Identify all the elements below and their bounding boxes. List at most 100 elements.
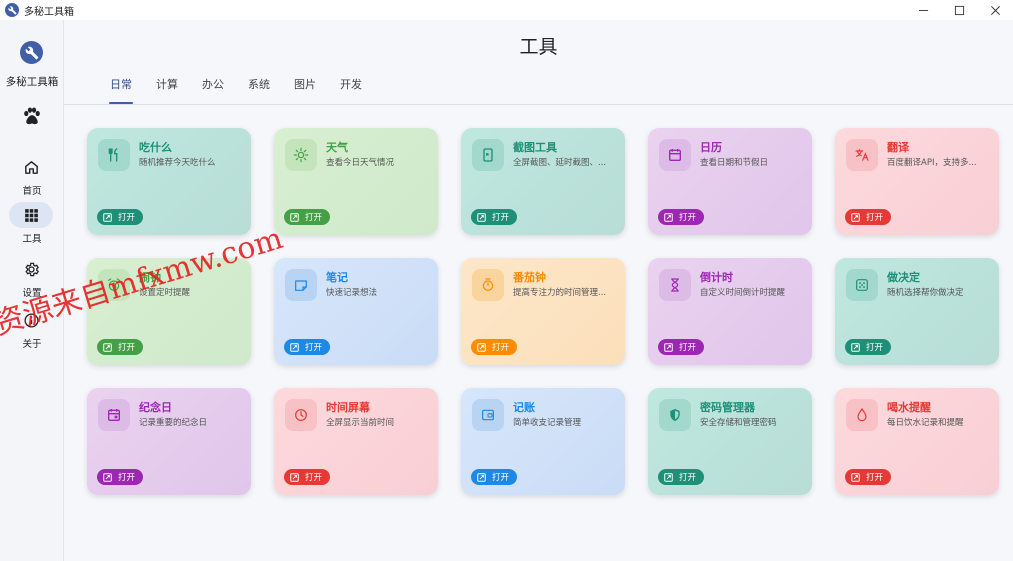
sidebar-item-home[interactable]: 首页 bbox=[0, 154, 64, 197]
card-desc: 全屏截图、延时截图、... bbox=[513, 158, 607, 168]
paw-icon[interactable] bbox=[22, 107, 42, 125]
open-external-icon bbox=[477, 342, 486, 352]
clock-icon bbox=[285, 399, 317, 431]
card-title: 截图工具 bbox=[513, 141, 557, 154]
timer-icon bbox=[472, 269, 504, 301]
tab-daily[interactable]: 日常 bbox=[109, 76, 133, 104]
tool-card-alarm[interactable]: 闹钟 设置定时提醒 打开 bbox=[87, 258, 251, 365]
tab-office[interactable]: 办公 bbox=[202, 76, 224, 104]
alarm-icon bbox=[98, 269, 130, 301]
tool-card-time-screen[interactable]: 时间屏幕 全屏显示当前时间 打开 bbox=[274, 388, 438, 495]
tool-card-eat[interactable]: 吃什么 随机推荐今天吃什么 打开 bbox=[87, 128, 251, 235]
open-external-icon bbox=[664, 472, 673, 482]
open-button[interactable]: 打开 bbox=[658, 469, 705, 485]
tool-card-decide[interactable]: 做决定 随机选择帮你做决定 打开 bbox=[835, 258, 999, 365]
category-tabs: 日常 计算 办公 系统 图片 开发 bbox=[109, 76, 386, 104]
open-button[interactable]: 打开 bbox=[471, 469, 518, 485]
minimize-button[interactable] bbox=[905, 0, 941, 20]
open-button[interactable]: 打开 bbox=[97, 209, 144, 225]
card-title: 天气 bbox=[326, 141, 348, 154]
card-desc: 快速记录想法 bbox=[326, 288, 378, 298]
tab-image[interactable]: 图片 bbox=[294, 76, 316, 104]
grid-icon bbox=[24, 208, 38, 222]
card-desc: 查看日期和节假日 bbox=[700, 158, 769, 168]
card-title: 密码管理器 bbox=[700, 401, 755, 414]
home-icon bbox=[24, 160, 38, 174]
card-title: 纪念日 bbox=[139, 401, 172, 414]
card-desc: 每日饮水记录和提醒 bbox=[887, 418, 964, 428]
brand-name: 多秘工具箱 bbox=[5, 76, 59, 88]
close-icon bbox=[990, 5, 1000, 15]
wallet-icon bbox=[472, 399, 504, 431]
tool-card-translate[interactable]: 翻译 百度翻译API，支持多... 打开 bbox=[835, 128, 999, 235]
brand-wrench-icon bbox=[20, 41, 43, 64]
open-external-icon bbox=[851, 212, 860, 222]
tab-calc[interactable]: 计算 bbox=[156, 76, 178, 104]
tool-card-notes[interactable]: 笔记 快速记录想法 打开 bbox=[274, 258, 438, 365]
tool-card-pomodoro[interactable]: 番茄钟 提高专注力的时间管理... 打开 bbox=[461, 258, 625, 365]
water-drop-icon bbox=[846, 399, 878, 431]
sidebar-item-settings[interactable]: 设置 bbox=[0, 256, 64, 299]
title-bar: 多秘工具箱 bbox=[0, 0, 1013, 20]
note-icon bbox=[285, 269, 317, 301]
open-button[interactable]: 打开 bbox=[97, 339, 144, 355]
card-title: 时间屏幕 bbox=[326, 401, 370, 414]
open-external-icon bbox=[851, 472, 860, 482]
tool-card-anniversary[interactable]: 纪念日 记录重要的纪念日 打开 bbox=[87, 388, 251, 495]
open-external-icon bbox=[290, 472, 299, 482]
tool-card-calendar[interactable]: 日历 查看日期和节假日 打开 bbox=[648, 128, 812, 235]
tab-dev[interactable]: 开发 bbox=[340, 76, 362, 104]
card-title: 日历 bbox=[700, 141, 722, 154]
utensils-icon bbox=[98, 139, 130, 171]
screenshot-icon bbox=[472, 139, 504, 171]
window-title: 多秘工具箱 bbox=[24, 6, 74, 18]
open-button[interactable]: 打开 bbox=[658, 339, 705, 355]
open-button[interactable]: 打开 bbox=[658, 209, 705, 225]
tab-system[interactable]: 系统 bbox=[248, 76, 270, 104]
translate-icon bbox=[846, 139, 878, 171]
open-button[interactable]: 打开 bbox=[845, 469, 892, 485]
open-external-icon bbox=[290, 212, 299, 222]
shield-icon bbox=[659, 399, 691, 431]
sidebar-item-label: 工具 bbox=[22, 234, 42, 245]
open-external-icon bbox=[477, 212, 486, 222]
open-external-icon bbox=[103, 472, 112, 482]
sidebar-item-label: 设置 bbox=[22, 288, 42, 299]
card-desc: 随机选择帮你做决定 bbox=[887, 288, 964, 298]
sun-icon bbox=[285, 139, 317, 171]
open-button[interactable]: 打开 bbox=[845, 339, 892, 355]
card-title: 吃什么 bbox=[139, 141, 172, 154]
tool-card-weather[interactable]: 天气 查看今日天气情况 打开 bbox=[274, 128, 438, 235]
open-button[interactable]: 打开 bbox=[471, 339, 518, 355]
open-external-icon bbox=[664, 212, 673, 222]
card-title: 倒计时 bbox=[700, 271, 733, 284]
open-button[interactable]: 打开 bbox=[284, 469, 331, 485]
card-desc: 简单收支记录管理 bbox=[513, 418, 582, 428]
card-desc: 记录重要的纪念日 bbox=[139, 418, 208, 428]
maximize-icon bbox=[954, 5, 964, 15]
maximize-button[interactable] bbox=[941, 0, 977, 20]
sidebar-item-about[interactable]: 关于 bbox=[0, 307, 64, 350]
event-icon bbox=[98, 399, 130, 431]
sidebar-item-tools[interactable]: 工具 bbox=[0, 202, 64, 245]
card-title: 笔记 bbox=[326, 271, 348, 284]
tool-card-countdown[interactable]: 倒计时 自定义时间倒计时提醒 打开 bbox=[648, 258, 812, 365]
open-button[interactable]: 打开 bbox=[845, 209, 892, 225]
open-button[interactable]: 打开 bbox=[471, 209, 518, 225]
tool-card-accounting[interactable]: 记账 简单收支记录管理 打开 bbox=[461, 388, 625, 495]
info-icon bbox=[23, 312, 39, 328]
tool-card-screenshot[interactable]: 截图工具 全屏截图、延时截图、... 打开 bbox=[461, 128, 625, 235]
card-desc: 百度翻译API，支持多... bbox=[887, 158, 977, 168]
open-button[interactable]: 打开 bbox=[284, 339, 331, 355]
card-title: 做决定 bbox=[887, 271, 920, 284]
open-external-icon bbox=[290, 342, 299, 352]
open-button[interactable]: 打开 bbox=[97, 469, 144, 485]
tool-card-water-reminder[interactable]: 喝水提醒 每日饮水记录和提醒 打开 bbox=[835, 388, 999, 495]
close-button[interactable] bbox=[977, 0, 1013, 20]
tool-card-password-manager[interactable]: 密码管理器 安全存储和管理密码 打开 bbox=[648, 388, 812, 495]
sidebar-item-label: 首页 bbox=[22, 186, 42, 197]
open-button[interactable]: 打开 bbox=[284, 209, 331, 225]
gear-icon bbox=[24, 262, 39, 276]
app-logo-icon bbox=[5, 3, 19, 17]
open-external-icon bbox=[103, 212, 112, 222]
